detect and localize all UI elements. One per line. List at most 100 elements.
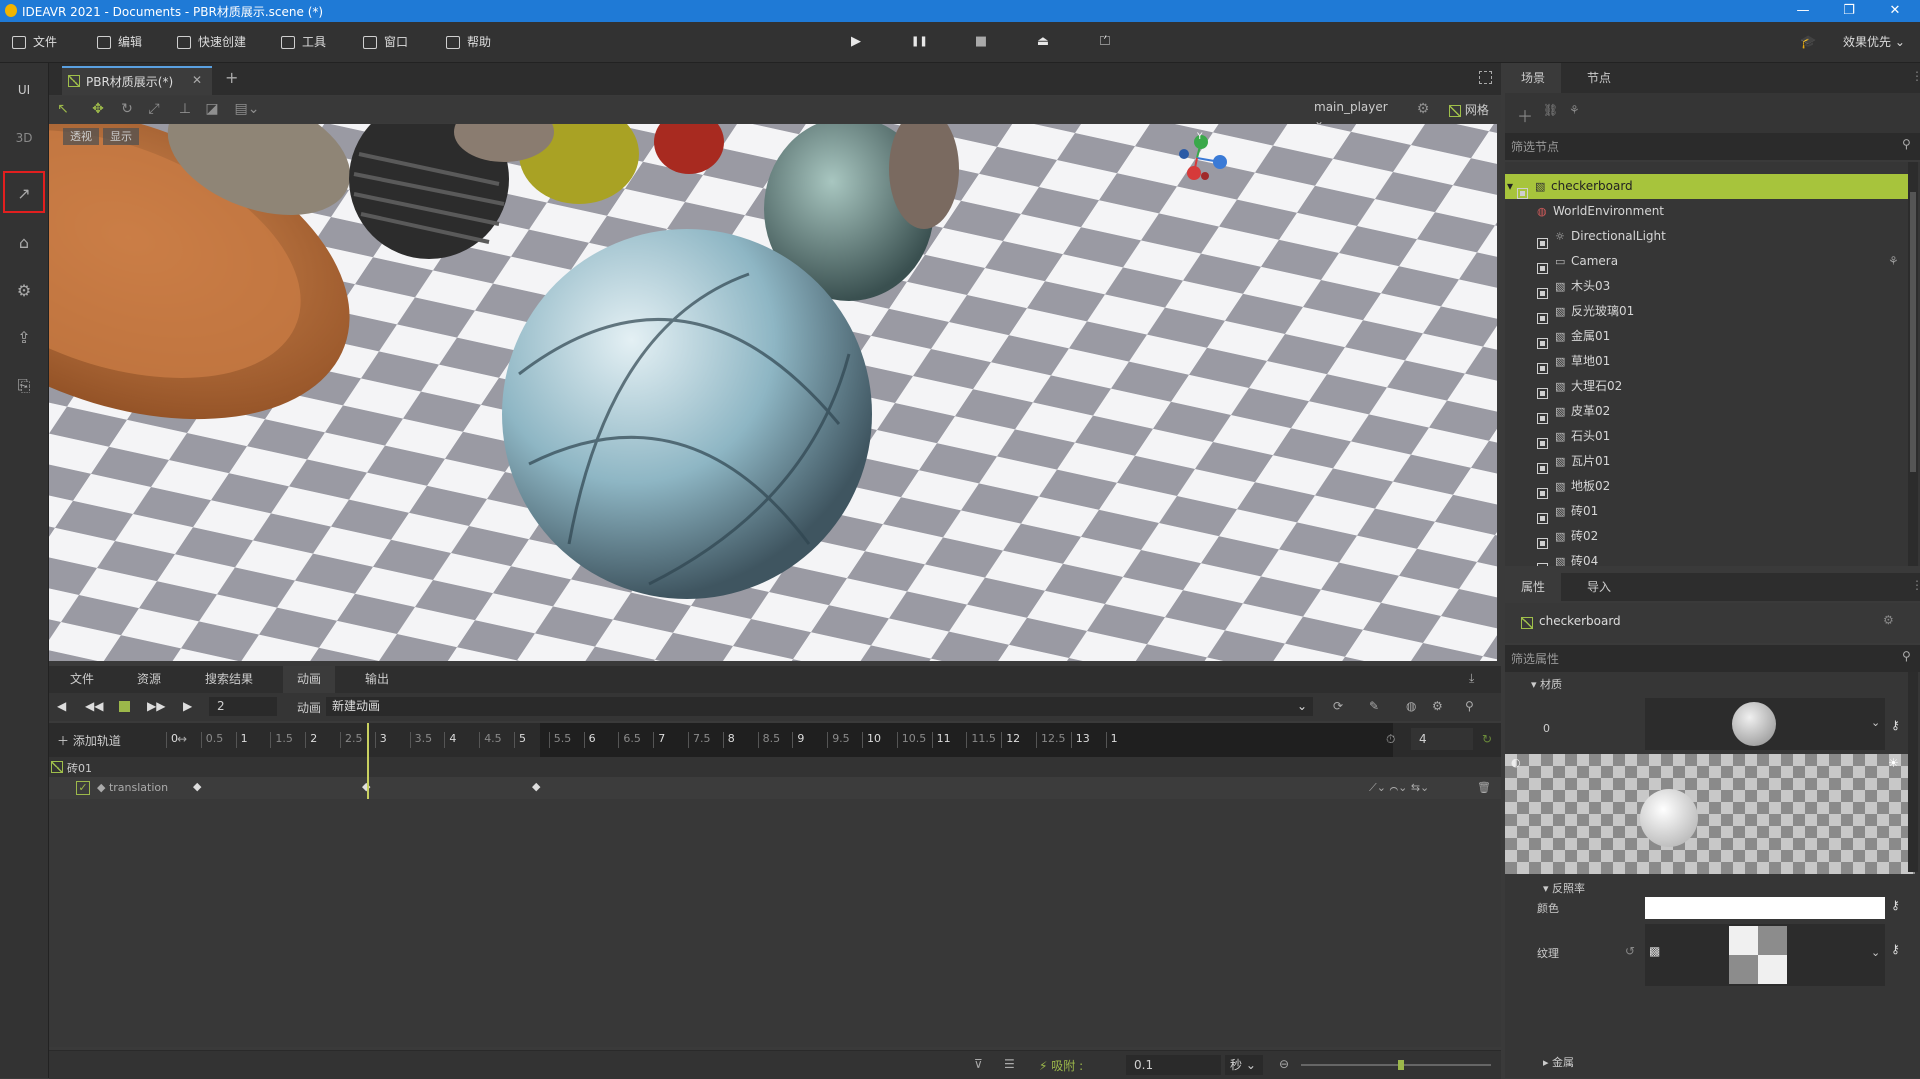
rect-tool-icon[interactable]: ◪ (204, 101, 220, 117)
visibility-checkbox[interactable] (1537, 538, 1548, 549)
tree-node-row[interactable]: ◍ WorldEnvironment (1505, 199, 1910, 224)
keyframe[interactable]: ◆ (532, 780, 540, 793)
add-track-button[interactable]: ＋ 添加轨道 (57, 732, 121, 749)
visibility-checkbox[interactable] (1537, 313, 1548, 324)
loop-icon[interactable]: ↻ (1482, 732, 1492, 746)
visibility-checkbox[interactable] (1537, 288, 1548, 299)
scale-tool-icon[interactable]: ⤢ (146, 101, 162, 117)
key-icon[interactable]: ⚷ (1891, 898, 1900, 912)
visibility-checkbox[interactable] (1537, 263, 1548, 274)
menu-edit[interactable]: 编辑 (97, 22, 142, 62)
export-button[interactable]: ⇪ (9, 323, 39, 353)
tree-node-row[interactable]: ▧ 木头03 (1505, 274, 1910, 299)
visibility-checkbox[interactable] (1537, 513, 1548, 524)
play-scene-button[interactable]: ⏏ (1035, 34, 1051, 50)
tree-node-row[interactable]: ▧ 皮革02 (1505, 399, 1910, 424)
tab-scene[interactable]: 场景 (1505, 63, 1562, 93)
tab-search-results[interactable]: 搜索结果 (191, 666, 267, 693)
add-node-icon[interactable]: ＋ (1517, 103, 1533, 127)
more-icon[interactable]: ⋮ (1911, 578, 1920, 592)
play-custom-button[interactable]: ⏍ (1097, 34, 1113, 50)
section-material[interactable]: ▾ 材质 (1531, 676, 1562, 692)
3d-mode-button[interactable]: 3D (9, 123, 39, 153)
tree-node-row[interactable]: ▧ 草地01 (1505, 349, 1910, 374)
tree-node-row[interactable]: ▧ 金属01 (1505, 324, 1910, 349)
grid-toggle[interactable]: 网格 (1449, 101, 1489, 118)
snap-input[interactable]: 0.1 (1126, 1055, 1221, 1075)
pause-button[interactable]: ❚❚ (911, 34, 928, 50)
settings-panel-button[interactable]: ⚙ (9, 276, 39, 306)
pin-icon[interactable]: ⚲ (1465, 699, 1474, 713)
tab-animation[interactable]: 动画 (283, 666, 336, 693)
menu-file[interactable]: 文件 (12, 22, 57, 62)
rotate-tool-icon[interactable]: ↻ (119, 101, 135, 117)
tree-node-row[interactable]: ▧ 砖02 (1505, 524, 1910, 549)
edit-icon[interactable]: ✎ (1369, 699, 1379, 713)
restore-button[interactable]: ❐ (1826, 0, 1872, 22)
playhead[interactable] (367, 723, 369, 757)
visibility-checkbox[interactable] (1537, 363, 1548, 374)
minimize-button[interactable]: — (1780, 0, 1826, 22)
visibility-checkbox[interactable] (1537, 563, 1548, 566)
ui-mode-button[interactable]: UI (9, 75, 39, 105)
visibility-checkbox[interactable] (1537, 238, 1548, 249)
dock-icon[interactable]: ⤓ (1469, 671, 1474, 686)
quality-dropdown[interactable]: 效果优先 ⌄ (1843, 22, 1905, 62)
zoom-slider-handle[interactable] (1398, 1060, 1404, 1070)
visibility-checkbox[interactable] (1537, 413, 1548, 424)
play-backward-icon[interactable]: ◀ (57, 699, 66, 713)
tree-node-row[interactable]: ▾ ▧ checkerboard (1505, 174, 1910, 199)
pivot-tool-icon[interactable]: ⊥ (177, 101, 193, 117)
unit-select[interactable]: 秒 ⌄ (1225, 1055, 1263, 1075)
tree-node-row[interactable]: ☼ DirectionalLight (1505, 224, 1910, 249)
onion-skin-icon[interactable]: ◍ (1406, 699, 1416, 713)
visibility-checkbox[interactable] (1537, 463, 1548, 474)
animation-path-button[interactable]: ↗ (3, 171, 45, 213)
material-slot[interactable]: ⌄ (1645, 698, 1885, 750)
store-button[interactable]: ⌂ (9, 228, 39, 258)
trash-icon[interactable]: 🗑 (1477, 781, 1491, 794)
instance-icon[interactable]: ⚘ (1569, 103, 1580, 117)
play-from-start-icon[interactable]: ▶▶ (147, 699, 165, 713)
tree-node-row[interactable]: ▭ Camera ⚘ (1505, 249, 1910, 274)
gear-icon[interactable]: ⚙ (1415, 101, 1431, 117)
tab-files[interactable]: 文件 (56, 666, 108, 693)
display-button[interactable]: 显示 (103, 128, 139, 145)
fullscreen-icon[interactable] (1479, 71, 1492, 84)
tree-node-row[interactable]: ▧ 大理石02 (1505, 374, 1910, 399)
scene-tab[interactable]: PBR材质展示(*) ✕ (62, 66, 212, 95)
tree-node-row[interactable]: ▧ 砖04 (1505, 549, 1910, 566)
zoom-slider[interactable] (1301, 1064, 1491, 1066)
timeline-ruler[interactable]: ＋ 添加轨道 ↔ 0 0.5 1 1.5 2 2.5 3 3.5 4 4.5 5 5.5 6 6.5 7 7.… (49, 723, 1501, 757)
key-icon[interactable]: ⚷ (1891, 942, 1900, 956)
frame-input[interactable]: 2 (209, 697, 277, 716)
move-tool-icon[interactable]: ✥ (90, 101, 106, 117)
tree-node-row[interactable]: ▧ 石头01 (1505, 424, 1910, 449)
filter-icon[interactable]: ⊽ (974, 1057, 983, 1071)
key-icon[interactable]: ⚷ (1891, 718, 1900, 732)
list-icon[interactable]: ☰ (1004, 1057, 1015, 1071)
light-2-icon[interactable]: ☀ (1888, 756, 1899, 770)
menu-tools[interactable]: 工具 (281, 22, 326, 62)
keyframe[interactable]: ◆ (193, 780, 201, 793)
light-1-icon[interactable]: ◐ (1511, 756, 1521, 769)
albedo-texture-slot[interactable]: ▩ ⌄ (1645, 924, 1885, 986)
tree-scrollbar-thumb[interactable] (1910, 192, 1916, 472)
view-menu-icon[interactable]: ▤⌄ (232, 101, 262, 117)
gear-icon[interactable]: ⚙ (1432, 699, 1443, 713)
animation-select[interactable]: 新建动画 ⌄ (326, 697, 1313, 716)
more-icon[interactable]: ⋮ (1911, 69, 1920, 83)
tree-node-row[interactable]: ▧ 地板02 (1505, 474, 1910, 499)
visibility-checkbox[interactable] (1537, 438, 1548, 449)
player-select[interactable]: main_player ⌄ (1314, 100, 1394, 128)
visibility-checkbox[interactable] (1517, 188, 1528, 199)
play-backward-from-end-icon[interactable]: ◀◀ (85, 699, 103, 713)
section-metal[interactable]: ▸ 金属 (1543, 1054, 1574, 1070)
scene-viewport[interactable]: 透视 显示 Y (49, 124, 1497, 661)
expand-arrow-icon[interactable]: ▾ (1507, 174, 1513, 199)
tree-node-row[interactable]: ▧ 反光玻璃01 (1505, 299, 1910, 324)
tab-close-button[interactable]: ✕ (192, 73, 202, 87)
reset-icon[interactable]: ⟳ (1333, 699, 1343, 713)
tab-import[interactable]: 导入 (1571, 573, 1627, 601)
play-forward-icon[interactable]: ▶ (183, 699, 192, 713)
